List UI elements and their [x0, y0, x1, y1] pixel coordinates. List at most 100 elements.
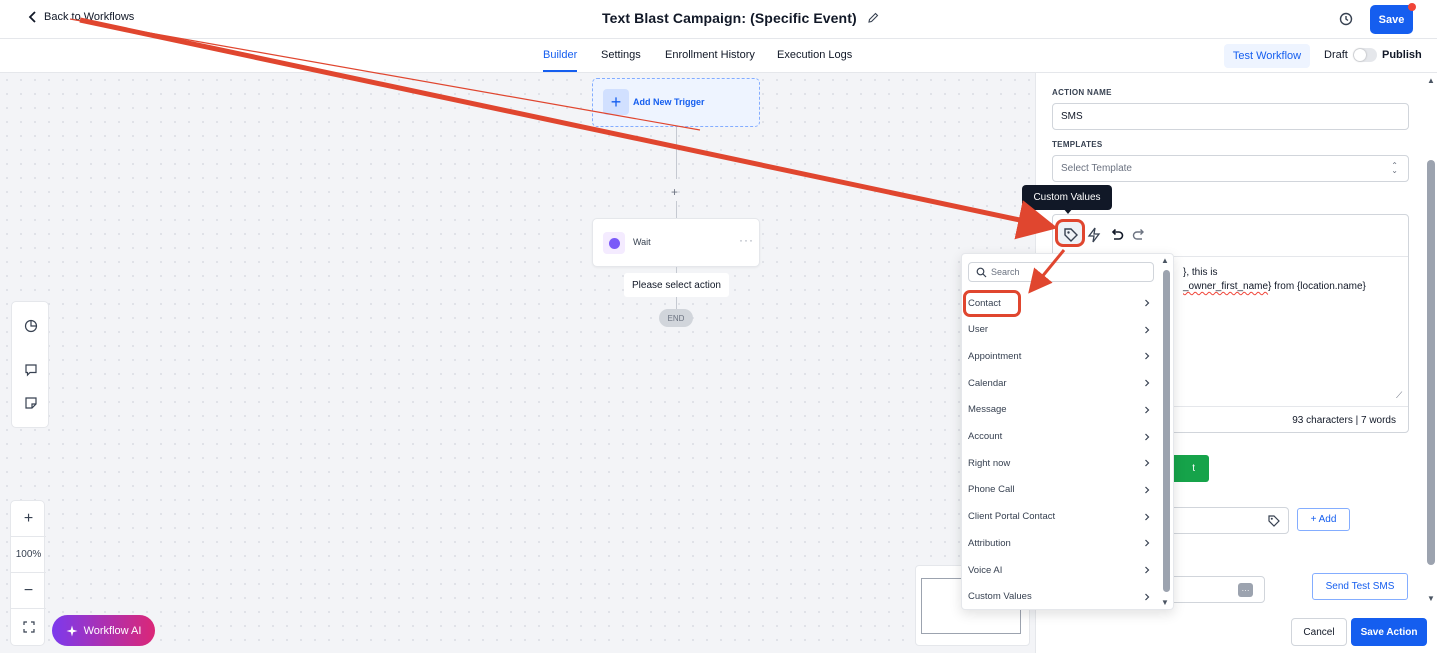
add-new-trigger-card[interactable]: + Add New Trigger	[592, 78, 760, 127]
dropdown-item-calendar[interactable]: Calendar	[962, 370, 1158, 396]
dropdown-item-label: User	[968, 324, 989, 336]
lightning-icon[interactable]	[1085, 226, 1103, 244]
action-name-input[interactable]: SMS	[1052, 103, 1409, 130]
dropdown-item-label: Message	[968, 404, 1007, 416]
dropdown-item-label: Voice AI	[968, 564, 1003, 576]
save-action-button[interactable]: Save Action	[1351, 618, 1427, 646]
template-select-value: Select Template	[1061, 163, 1132, 174]
dropdown-item-label: Attribution	[968, 537, 1011, 549]
message-text-line: }, this is	[1183, 267, 1218, 278]
dropdown-item-label: Calendar	[968, 377, 1007, 389]
chevron-right-icon	[1145, 352, 1150, 360]
templates-label: TEMPLATES	[1052, 140, 1103, 149]
plus-icon: +	[603, 89, 629, 115]
dropdown-item-message[interactable]: Message	[962, 397, 1158, 423]
action-name-label: ACTION NAME	[1052, 88, 1112, 97]
more-icon[interactable]: ···	[1238, 583, 1253, 597]
back-to-workflows-link[interactable]: Back to Workflows	[28, 11, 134, 23]
sticky-note-icon[interactable]	[24, 396, 38, 410]
notification-dot	[1408, 3, 1416, 11]
connector-line	[676, 201, 677, 218]
cancel-button[interactable]: Cancel	[1291, 618, 1347, 646]
workflow-canvas[interactable]: + Add New Trigger + Wait ··· Please sele…	[0, 73, 1035, 653]
editor-toolbar	[1053, 215, 1408, 257]
connector-line	[676, 127, 677, 179]
chevron-right-icon	[1145, 459, 1150, 467]
end-node: END	[659, 309, 693, 327]
select-action-placeholder[interactable]: Please select action	[624, 273, 729, 297]
zoom-controls: + 100% −	[10, 500, 46, 646]
workflow-ai-label: Workflow AI	[83, 624, 142, 637]
resize-handle-icon[interactable]: ⟋	[1396, 390, 1402, 401]
message-variable: _owner_first_name	[1183, 281, 1269, 292]
active-tab-indicator	[543, 70, 577, 72]
zoom-in-button[interactable]: +	[11, 501, 46, 537]
more-options-icon[interactable]: ···	[739, 233, 754, 247]
history-icon[interactable]	[1338, 11, 1354, 27]
chevron-right-icon	[1145, 539, 1150, 547]
wait-step-card[interactable]: Wait ···	[592, 218, 760, 267]
dropdown-search-input[interactable]: Search	[968, 262, 1154, 282]
search-icon	[976, 267, 987, 278]
select-chevrons-icon: ⌃ ⌄	[1391, 161, 1398, 175]
pie-chart-icon[interactable]	[24, 319, 38, 333]
tab-enrollment-history[interactable]: Enrollment History	[665, 49, 755, 61]
dropdown-item-right-now[interactable]: Right now	[962, 450, 1158, 476]
tab-settings[interactable]: Settings	[601, 49, 641, 61]
publish-toggle-knob	[1354, 49, 1366, 61]
scroll-down-icon[interactable]: ▼	[1427, 594, 1435, 603]
dropdown-item-voice-ai[interactable]: Voice AI	[962, 557, 1158, 583]
back-label: Back to Workflows	[44, 11, 135, 23]
dropdown-item-label: Custom Values	[968, 591, 1032, 603]
chevron-right-icon	[1145, 433, 1150, 440]
dropdown-item-user[interactable]: User	[962, 317, 1158, 343]
workflow-ai-button[interactable]: Workflow AI	[52, 615, 155, 646]
search-placeholder: Search	[991, 267, 1020, 277]
dropdown-scrollbar-thumb[interactable]	[1163, 270, 1170, 592]
dropdown-item-client-portal-contact[interactable]: Client Portal Contact	[962, 504, 1158, 530]
dropdown-item-label: Right now	[968, 457, 1011, 469]
chevron-right-icon	[1145, 486, 1150, 494]
chevron-right-icon	[1145, 513, 1150, 521]
test-workflow-button[interactable]: Test Workflow	[1224, 44, 1310, 68]
canvas-tools	[11, 301, 49, 428]
add-step-button[interactable]: +	[671, 185, 678, 199]
comment-icon[interactable]	[24, 363, 38, 377]
dropdown-item-account[interactable]: Account	[962, 424, 1158, 450]
add-button[interactable]: + Add	[1297, 508, 1350, 531]
send-test-sms-button[interactable]: Send Test SMS	[1312, 573, 1408, 600]
pencil-icon[interactable]	[867, 12, 879, 24]
dropdown-item-custom-values[interactable]: Custom Values	[962, 584, 1158, 610]
dropdown-item-phone-call[interactable]: Phone Call	[962, 477, 1158, 503]
tab-builder[interactable]: Builder	[543, 49, 577, 61]
chevron-right-icon	[1145, 406, 1150, 414]
tag-icon[interactable]	[1267, 514, 1281, 528]
title-group: Text Blast Campaign: (Specific Event)	[602, 10, 879, 26]
chevron-left-icon	[28, 11, 36, 23]
dropdown-item-appointment[interactable]: Appointment	[962, 343, 1158, 369]
chevron-right-icon	[1145, 566, 1150, 574]
chevron-right-icon	[1145, 299, 1150, 307]
wait-label: Wait	[633, 237, 651, 247]
message-variable-suffix: } from {location.name}	[1268, 281, 1366, 292]
undo-icon[interactable]	[1108, 226, 1126, 244]
zoom-out-button[interactable]: −	[11, 573, 46, 609]
scroll-up-icon[interactable]: ▲	[1161, 256, 1169, 265]
chevron-right-icon	[1145, 593, 1150, 601]
draft-label: Draft	[1324, 49, 1348, 61]
custom-values-dropdown: Search Contact User Appointment Calendar Mes…	[961, 253, 1174, 610]
scroll-up-icon[interactable]: ▲	[1427, 76, 1435, 85]
save-button[interactable]: Save	[1370, 5, 1413, 34]
tab-execution-logs[interactable]: Execution Logs	[777, 49, 852, 61]
tab-bar: Builder Settings Enrollment History Exec…	[0, 39, 1437, 73]
dropdown-item-attribution[interactable]: Attribution	[962, 530, 1158, 556]
redo-icon[interactable]	[1130, 226, 1148, 244]
panel-scrollbar-thumb[interactable]	[1427, 160, 1435, 565]
page-title: Text Blast Campaign: (Specific Event)	[602, 10, 857, 26]
top-bar: Back to Workflows Text Blast Campaign: (…	[0, 0, 1437, 39]
scroll-down-icon[interactable]: ▼	[1161, 598, 1169, 607]
fit-view-button[interactable]	[11, 609, 46, 645]
trigger-label: Add New Trigger	[633, 97, 705, 107]
dropdown-item-label: Appointment	[968, 350, 1022, 362]
template-select[interactable]: Select Template ⌃ ⌄	[1052, 155, 1409, 182]
